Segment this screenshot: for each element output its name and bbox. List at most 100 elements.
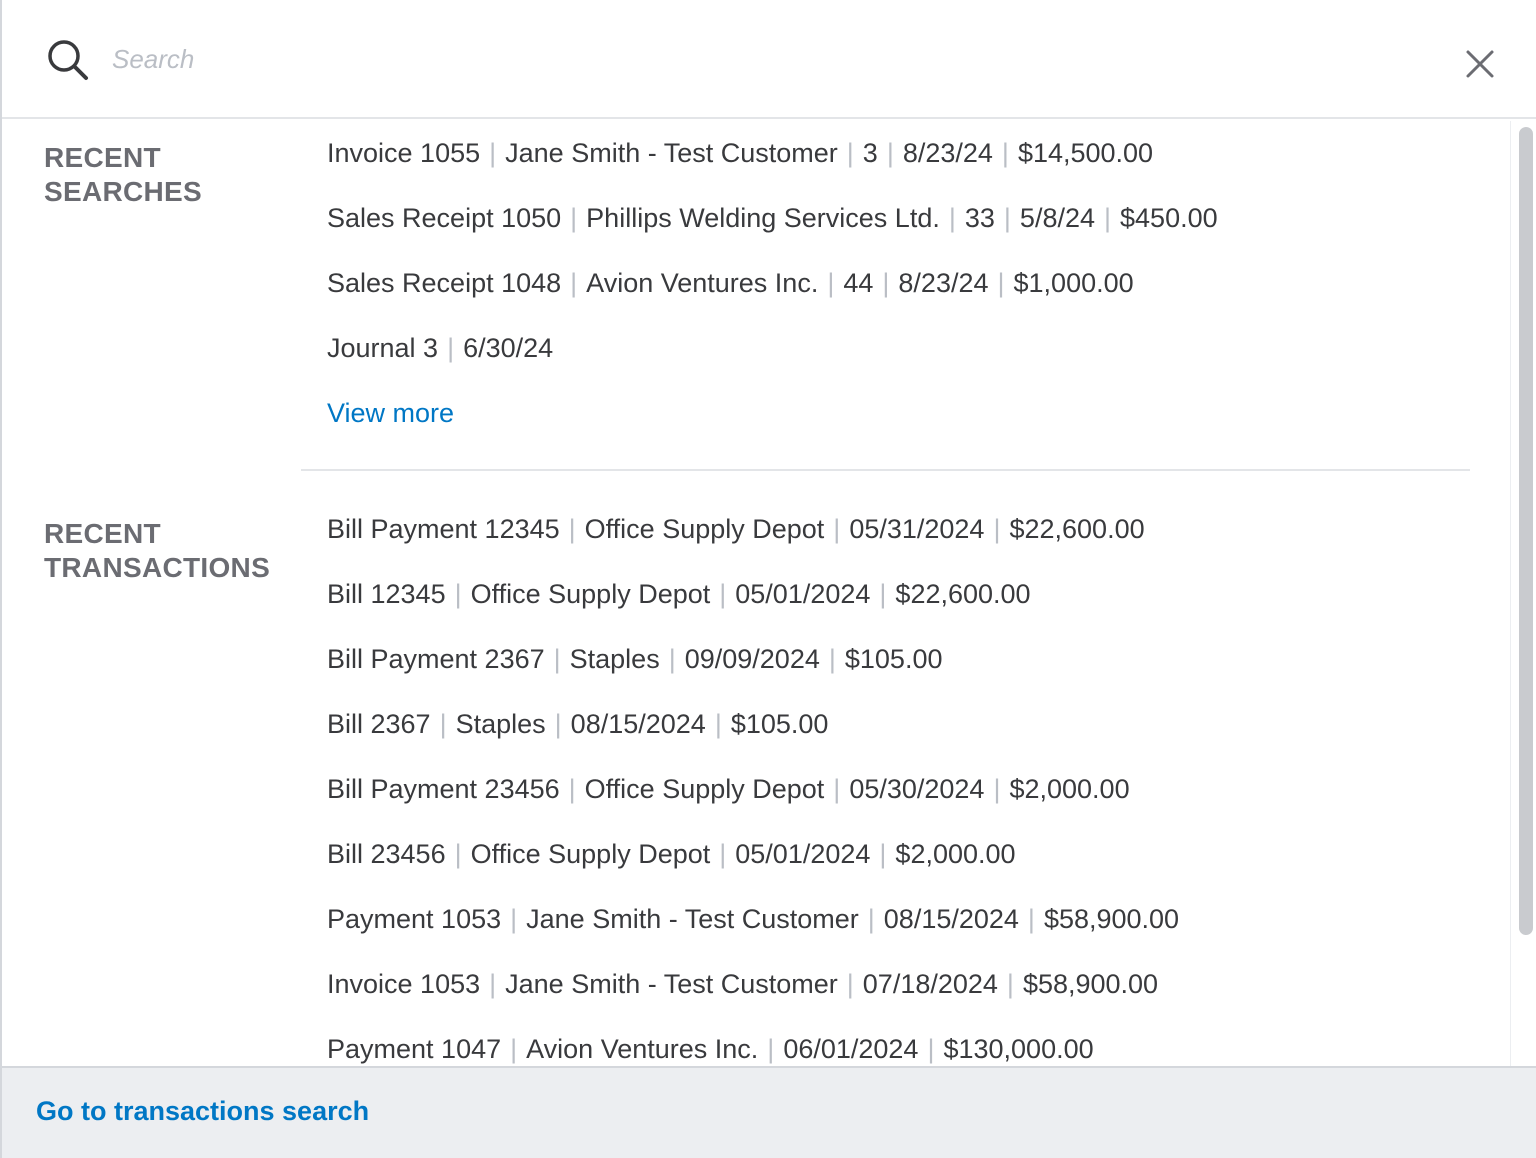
field-separator: | [447, 333, 455, 363]
field-separator: | [1027, 904, 1035, 934]
recent-transaction-item[interactable]: Bill Payment 23456 | Office Supply Depot | 0… [327, 769, 1179, 834]
list-item-field: $2,000.00 [895, 839, 1016, 869]
scrollbar-thumb[interactable] [1519, 127, 1533, 935]
list-item-field: Bill 12345 [327, 579, 446, 609]
field-separator: | [570, 203, 578, 233]
field-separator: | [879, 579, 887, 609]
recent-transactions-heading-line2: TRANSACTIONS [44, 552, 271, 583]
search-input[interactable] [112, 36, 1412, 82]
list-item-field: 06/01/2024 [783, 1034, 919, 1064]
field-separator: | [767, 1034, 775, 1064]
recent-search-item[interactable]: Sales Receipt 1050 | Phillips Welding Serv… [327, 198, 1218, 263]
recent-transactions-heading: RECENT TRANSACTIONS [44, 517, 284, 585]
list-item-field: 08/15/2024 [883, 904, 1019, 934]
field-separator: | [833, 514, 841, 544]
list-item-field: Phillips Welding Services Ltd. [586, 203, 940, 233]
list-item-field: Office Supply Depot [470, 839, 711, 869]
list-item-field: $130,000.00 [943, 1034, 1094, 1064]
list-item-field: Sales Receipt 1050 [327, 203, 562, 233]
list-item-field: $450.00 [1120, 203, 1218, 233]
field-separator: | [568, 514, 576, 544]
field-separator: | [568, 774, 576, 804]
list-item-field: Staples [455, 709, 546, 739]
list-item-field: $58,900.00 [1043, 904, 1180, 934]
footer: Go to transactions search [2, 1066, 1536, 1158]
field-separator: | [454, 579, 462, 609]
list-item-field: $14,500.00 [1017, 138, 1154, 168]
field-separator: | [1001, 138, 1009, 168]
list-item-field: Bill 23456 [327, 839, 446, 869]
field-separator: | [993, 514, 1001, 544]
list-item-field: Bill 2367 [327, 709, 431, 739]
list-item-field: Journal 3 [327, 333, 439, 363]
field-separator: | [993, 774, 1001, 804]
recent-transaction-item[interactable]: Bill Payment 12345 | Office Supply Depot | 0… [327, 509, 1179, 574]
field-separator: | [867, 904, 875, 934]
list-item-field: Avion Ventures Inc. [526, 1034, 759, 1064]
list-item-field: 05/31/2024 [849, 514, 985, 544]
list-item-field: 3 [862, 138, 878, 168]
field-separator: | [554, 709, 562, 739]
list-item-field: Bill Payment 2367 [327, 644, 545, 674]
list-item-field: Jane Smith - Test Customer [526, 904, 859, 934]
list-item-field: $1,000.00 [1013, 268, 1134, 298]
list-item-field: $22,600.00 [1009, 514, 1145, 544]
recent-transaction-item[interactable]: Payment 1047 | Avion Ventures Inc. | 06/01/2… [327, 1029, 1179, 1066]
recent-transaction-item[interactable]: Bill 12345 | Office Supply Depot | 05/01/202… [327, 574, 1179, 639]
field-separator: | [927, 1034, 935, 1064]
list-item-field: Payment 1053 [327, 904, 502, 934]
field-separator: | [886, 138, 894, 168]
list-item-field: Staples [569, 644, 660, 674]
field-separator: | [454, 839, 462, 869]
list-item-field: Invoice 1053 [327, 969, 481, 999]
recent-searches-heading-line2: SEARCHES [44, 176, 202, 207]
list-item-field: 08/15/2024 [570, 709, 706, 739]
field-separator: | [714, 709, 722, 739]
recent-search-item[interactable]: Invoice 1055 | Jane Smith - Test Customer |… [327, 133, 1218, 198]
list-item-field: 05/30/2024 [849, 774, 985, 804]
list-item-field: $105.00 [730, 709, 829, 739]
list-item-field: Jane Smith - Test Customer [505, 969, 838, 999]
recent-transactions-list: Bill Payment 12345 | Office Supply Depot | 0… [327, 509, 1179, 1066]
recent-transaction-item[interactable]: Payment 1053 | Jane Smith - Test Customer |… [327, 899, 1179, 964]
list-item-field: $105.00 [844, 644, 943, 674]
go-to-transactions-search-link[interactable]: Go to transactions search [36, 1096, 369, 1127]
list-item-field: Sales Receipt 1048 [327, 268, 562, 298]
list-item-field: $22,600.00 [895, 579, 1031, 609]
list-item-field: Office Supply Depot [584, 514, 825, 544]
results-panel: RECENT SEARCHES Invoice 1055 | Jane Smith … [2, 121, 1510, 1066]
close-icon[interactable] [1464, 48, 1496, 80]
field-separator: | [846, 138, 854, 168]
recent-searches-list: Invoice 1055 | Jane Smith - Test Customer |… [327, 133, 1218, 393]
recent-transaction-item[interactable]: Bill Payment 2367 | Staples | 09/09/2024 | $10… [327, 639, 1179, 704]
field-separator: | [997, 268, 1005, 298]
list-item-field: 05/01/2024 [735, 839, 871, 869]
list-item-field: Payment 1047 [327, 1034, 502, 1064]
recent-searches-heading: RECENT SEARCHES [44, 141, 284, 209]
list-item-field: $58,900.00 [1022, 969, 1159, 999]
search-icon [48, 40, 88, 80]
list-item-field: 5/8/24 [1019, 203, 1095, 233]
field-separator: | [489, 969, 497, 999]
scrollbar[interactable] [1510, 121, 1536, 1066]
list-item-field: 05/01/2024 [735, 579, 871, 609]
list-item-field: Bill Payment 23456 [327, 774, 560, 804]
field-separator: | [719, 579, 727, 609]
view-more-link[interactable]: View more [327, 393, 454, 433]
list-item-field: Office Supply Depot [584, 774, 825, 804]
search-bar [2, 0, 1536, 119]
field-separator: | [833, 774, 841, 804]
recent-search-item[interactable]: Sales Receipt 1048 | Avion Ventures Inc. | 4… [327, 263, 1218, 328]
recent-search-item[interactable]: Journal 3 | 6/30/24 [327, 328, 1218, 393]
recent-transaction-item[interactable]: Bill 2367 | Staples | 08/15/2024 | $105.00 [327, 704, 1179, 769]
recent-transaction-item[interactable]: Bill 23456 | Office Supply Depot | 05/01/202… [327, 834, 1179, 899]
list-item-field: 6/30/24 [463, 333, 554, 363]
recent-searches-heading-line1: RECENT [44, 142, 161, 173]
list-item-field: 09/09/2024 [684, 644, 820, 674]
field-separator: | [719, 839, 727, 869]
recent-transaction-item[interactable]: Invoice 1053 | Jane Smith - Test Customer |… [327, 964, 1179, 1029]
search-modal: RECENT SEARCHES Invoice 1055 | Jane Smith … [0, 0, 1536, 1158]
field-separator: | [846, 969, 854, 999]
list-item-field: Invoice 1055 [327, 138, 481, 168]
field-separator: | [828, 644, 836, 674]
